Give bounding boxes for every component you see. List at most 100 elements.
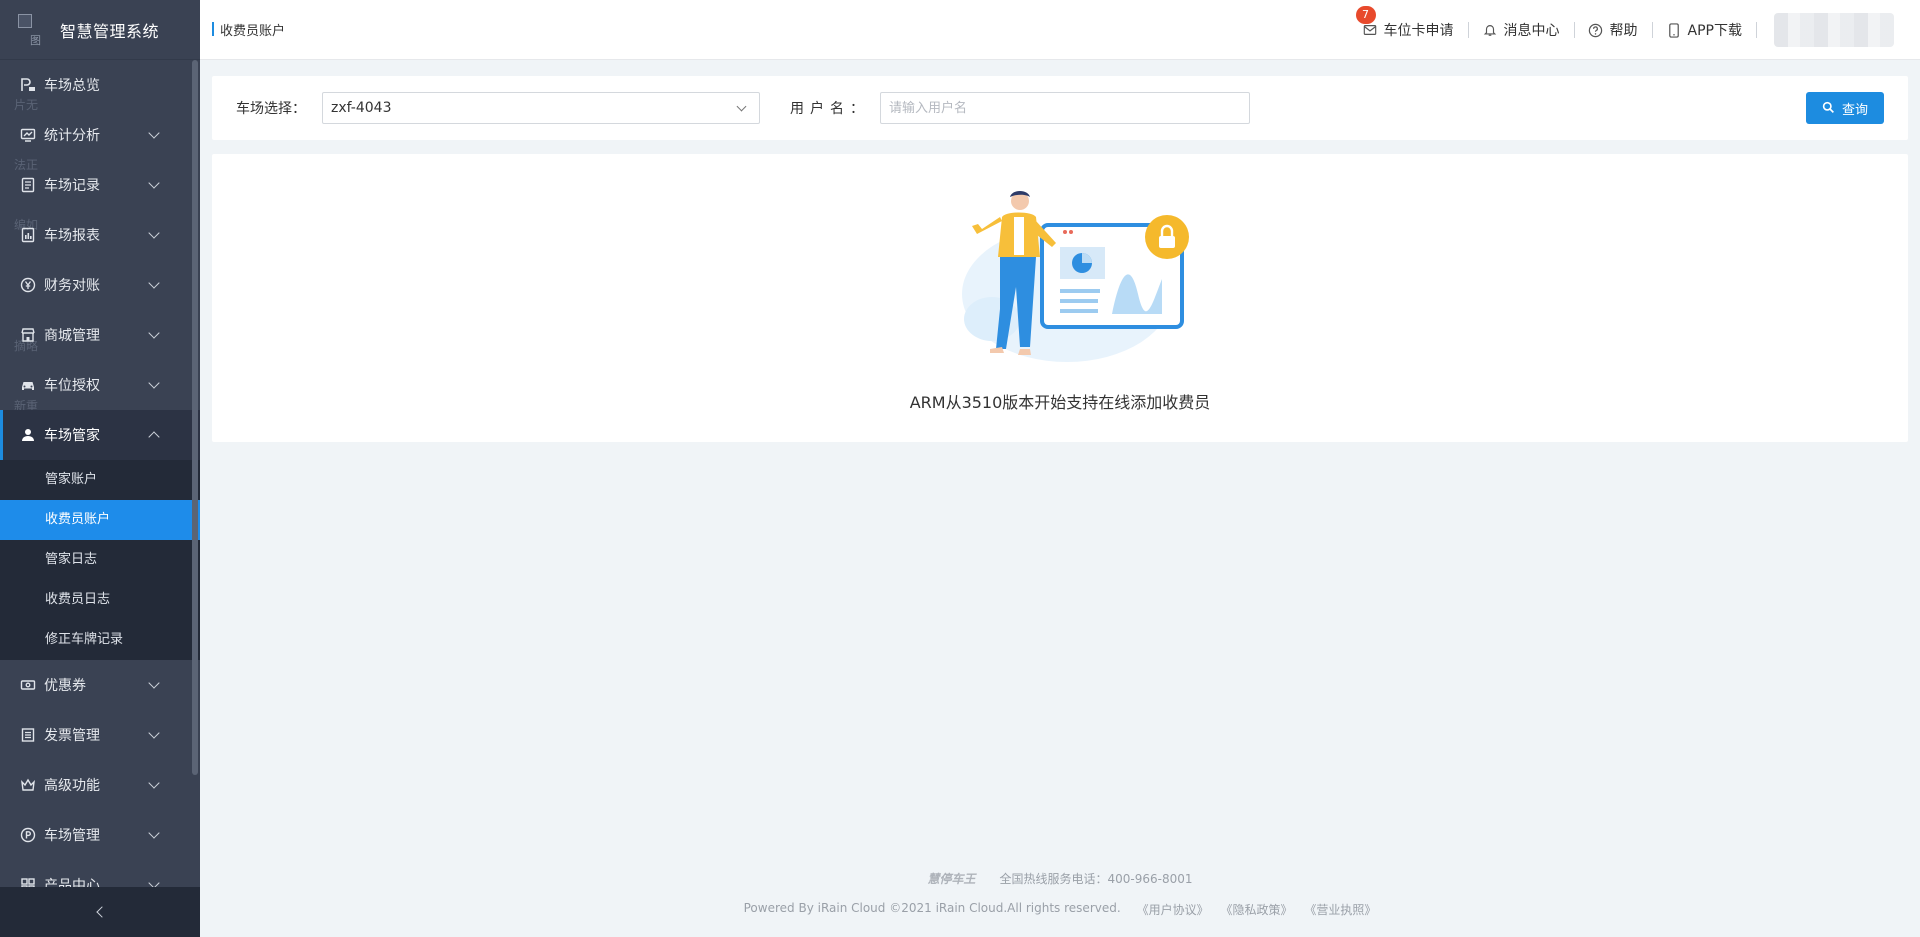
sidebar: 图 智慧管理系统 片无 法正 编如 摘略 新重 车场总览 统计分析 车场记录 车… [0, 0, 200, 937]
query-button[interactable]: 查询 [1806, 92, 1884, 124]
invoice-icon [20, 727, 36, 743]
sidebar-item-coupons[interactable]: 优惠券 [0, 660, 200, 710]
sidebar-item-finance[interactable]: 财务对账 [0, 260, 200, 310]
header-link-label: 帮助 [1609, 23, 1638, 39]
sidebar-item-label: 车场记录 [44, 178, 100, 194]
sidebar-item-invoices[interactable]: 发票管理 [0, 710, 200, 760]
sidebar-item-label: 高级功能 [44, 778, 100, 794]
mail-icon [1362, 22, 1378, 38]
sidebar-item-parking-management[interactable]: 车场管理 [0, 810, 200, 860]
chevron-down-icon [148, 377, 160, 389]
empty-state-message: ARM从3510版本开始支持在线添加收费员 [909, 393, 1211, 412]
sidebar-item-space-auth[interactable]: 车位授权 [0, 360, 200, 410]
sidebar-item-label: 商城管理 [44, 328, 100, 344]
sidebar-item-label: 财务对账 [44, 278, 100, 294]
bell-icon [1482, 22, 1498, 38]
avatar [1774, 13, 1894, 47]
privacy-policy-link[interactable]: 《隐私政策》 [1221, 903, 1293, 917]
app-title: 智慧管理系统 [60, 21, 160, 41]
user-icon [20, 427, 36, 443]
report-icon [20, 227, 36, 243]
breadcrumb: 收费员账户 [212, 20, 285, 39]
sidebar-header: 图 智慧管理系统 [0, 0, 200, 60]
store-icon [20, 327, 36, 343]
sidebar-item-label: 统计分析 [44, 128, 100, 144]
content-card: ARM从3510版本开始支持在线添加收费员 [212, 154, 1908, 442]
empty-state-illustration [962, 191, 1189, 362]
message-center-link[interactable]: 消息中心 [1467, 20, 1574, 40]
submenu-item-cashier-log[interactable]: 收费员日志 [0, 580, 200, 620]
sidebar-item-reports[interactable]: 车场报表 [0, 210, 200, 260]
park-select[interactable]: zxf-4043 [322, 92, 760, 124]
chevron-down-icon [148, 177, 160, 189]
header-link-label: 车位卡申请 [1383, 23, 1454, 39]
sidebar-item-advanced[interactable]: 高级功能 [0, 760, 200, 810]
parking-icon [20, 827, 36, 843]
user-agreement-link[interactable]: 《用户协议》 [1137, 903, 1209, 917]
parking-overview-icon [20, 77, 36, 93]
user-menu[interactable] [1756, 13, 1920, 47]
submenu-parking-steward: 管家账户 收费员账户 管家日志 收费员日志 修正车牌记录 [0, 460, 200, 660]
username-label: 用户名： [790, 101, 870, 117]
top-header: 收费员账户 7 车位卡申请 消息中心 帮助 APP下载 [200, 0, 1920, 60]
chart-icon [20, 127, 36, 143]
sidebar-item-label: 发票管理 [44, 728, 100, 744]
yen-icon [20, 277, 36, 293]
submenu-item-steward-account[interactable]: 管家账户 [0, 460, 200, 500]
chevron-left-icon [96, 906, 108, 918]
sidebar-menu: 片无 法正 编如 摘略 新重 车场总览 统计分析 车场记录 车场报表 财务对账 … [0, 60, 200, 910]
sidebar-item-label: 车位授权 [44, 378, 100, 394]
footer-brand-logo: 慧停车王 [927, 872, 976, 886]
header-actions: 7 车位卡申请 消息中心 帮助 APP下载 [1348, 0, 1920, 60]
search-icon [1822, 101, 1836, 115]
chevron-down-icon [148, 227, 160, 239]
username-input[interactable] [880, 92, 1250, 124]
record-icon [20, 177, 36, 193]
sidebar-collapse-button[interactable] [0, 887, 200, 937]
chevron-down-icon [148, 827, 160, 839]
footer-copyright: Powered By iRain Cloud ©2021 iRain Cloud… [743, 901, 1121, 915]
coupon-icon [20, 677, 36, 693]
submenu-item-cashier-account[interactable]: 收费员账户 [0, 500, 200, 540]
sidebar-item-records[interactable]: 车场记录 [0, 160, 200, 210]
chevron-down-icon [148, 277, 160, 289]
filter-card: 车场选择： zxf-4043 用户名： 查询 [212, 76, 1908, 140]
submenu-item-steward-log[interactable]: 管家日志 [0, 540, 200, 580]
sidebar-item-parking-overview[interactable]: 车场总览 [0, 60, 200, 110]
chevron-down-icon [736, 101, 747, 112]
header-link-label: APP下载 [1687, 23, 1742, 39]
sidebar-item-label: 车场总览 [44, 78, 100, 94]
phone-icon [1666, 22, 1682, 38]
chevron-down-icon [148, 677, 160, 689]
sidebar-item-label: 车场报表 [44, 228, 100, 244]
header-link-label: 消息中心 [1503, 23, 1560, 39]
query-button-label: 查询 [1841, 102, 1868, 118]
crown-icon [20, 777, 36, 793]
logo-icon: 图 [14, 13, 46, 47]
sidebar-item-label: 车场管家 [44, 428, 100, 444]
chevron-down-icon [148, 777, 160, 789]
submenu-item-plate-correction[interactable]: 修正车牌记录 [0, 620, 200, 660]
chevron-up-icon [148, 431, 160, 443]
space-card-application-link[interactable]: 7 车位卡申请 [1348, 6, 1468, 40]
footer-links: 《用户协议》 《隐私政策》 《营业执照》 [1129, 901, 1377, 918]
notification-badge: 7 [1355, 6, 1376, 24]
business-license-link[interactable]: 《营业执照》 [1304, 903, 1376, 917]
help-link[interactable]: 帮助 [1573, 20, 1652, 40]
footer-hotline: 全国热线服务电话：400-966-8001 [999, 872, 1193, 886]
sidebar-item-store[interactable]: 商城管理 [0, 310, 200, 360]
sidebar-item-statistics[interactable]: 统计分析 [0, 110, 200, 160]
chevron-down-icon [148, 327, 160, 339]
app-download-link[interactable]: APP下载 [1651, 20, 1756, 40]
chevron-down-icon [148, 127, 160, 139]
footer: 慧停车王 全国热线服务电话：400-966-8001 Powered By iR… [200, 870, 1920, 918]
sidebar-item-parking-steward[interactable]: 车场管家 [0, 410, 200, 460]
sidebar-item-label: 车场管理 [44, 828, 100, 844]
park-select-value: zxf-4043 [331, 100, 392, 116]
car-icon [20, 377, 36, 393]
chevron-down-icon [148, 727, 160, 739]
help-icon [1588, 22, 1604, 38]
sidebar-item-label: 优惠券 [44, 678, 86, 694]
sidebar-scrollbar[interactable] [192, 60, 198, 775]
park-select-label: 车场选择： [236, 101, 306, 117]
